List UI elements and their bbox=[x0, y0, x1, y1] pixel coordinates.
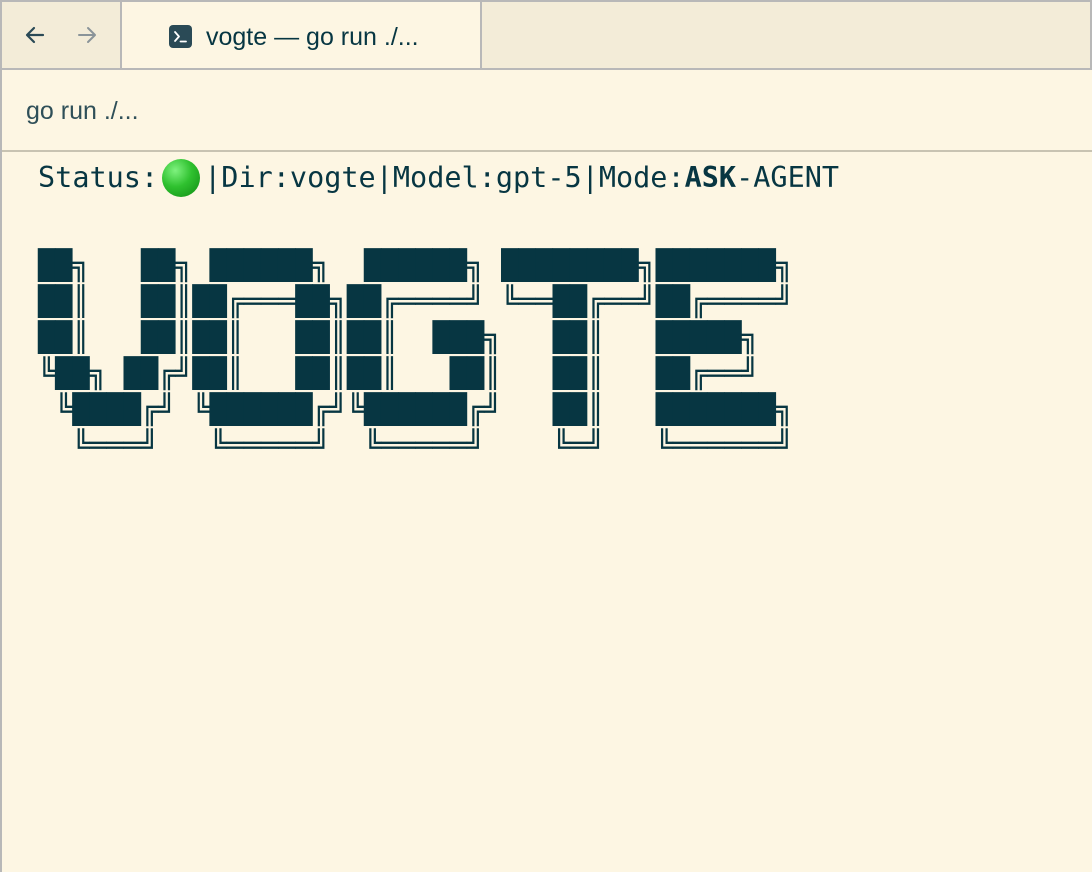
separator: | bbox=[581, 161, 599, 194]
model-label: Model: bbox=[392, 161, 496, 194]
command-subtitle: go run ./... bbox=[26, 97, 139, 125]
terminal-icon bbox=[169, 25, 192, 48]
logo-line: ╚═══╝ ╚═════╝ ╚═════╝ ╚═╝ ╚══════╝ bbox=[38, 429, 793, 462]
terminal-window: vogte — go run ./... go run ./... Status… bbox=[0, 0, 1092, 872]
separator: | bbox=[375, 161, 393, 194]
tab-terminal[interactable]: vogte — go run ./... bbox=[122, 2, 482, 70]
mode-dash: - bbox=[736, 161, 754, 194]
model-value: gpt-5 bbox=[495, 161, 582, 194]
mode-ask: ASK bbox=[684, 161, 737, 194]
tab-bar-divider bbox=[2, 68, 1092, 70]
tab-bar: vogte — go run ./... bbox=[2, 2, 1092, 70]
status-indicator-icon bbox=[162, 159, 201, 197]
back-button[interactable] bbox=[20, 20, 50, 50]
dir-label: Dir: bbox=[221, 161, 290, 194]
forward-button[interactable] bbox=[72, 20, 102, 50]
tab-title: vogte — go run ./... bbox=[206, 23, 419, 51]
logo-line: ██╗ ██╗ ██████╗ ██████╗ ████████╗███████… bbox=[38, 249, 793, 282]
navigation-area bbox=[2, 2, 122, 68]
ascii-logo: ██╗ ██╗ ██████╗ ██████╗ ████████╗███████… bbox=[38, 248, 793, 464]
arrow-left-icon bbox=[25, 26, 45, 44]
logo-line: ╚████╔╝ ╚██████╔╝╚██████╔╝ ██║ ███████╗ bbox=[38, 393, 793, 426]
separator: | bbox=[204, 161, 222, 194]
logo-line: ██║ ██║██╔═══██╗██╔════╝ ╚══██╔══╝██╔═══… bbox=[38, 285, 793, 318]
mode-label: Mode: bbox=[598, 161, 685, 194]
mode-agent: AGENT bbox=[753, 161, 840, 194]
logo-line: ██║ ██║██║ ██║██║ ███╗ ██║ █████╗ bbox=[38, 321, 793, 354]
subtitle-divider bbox=[2, 150, 1092, 152]
dir-value: vogte bbox=[289, 161, 376, 194]
logo-line: ╚██╗ ██╔╝██║ ██║██║ ██║ ██║ ██╔══╝ bbox=[38, 357, 793, 390]
status-line: Status: | Dir: vogte | Model: gpt-5 | Mo… bbox=[38, 158, 839, 198]
arrow-right-icon bbox=[78, 27, 96, 43]
terminal-output[interactable]: Status: | Dir: vogte | Model: gpt-5 | Mo… bbox=[38, 158, 839, 462]
status-label: Status: bbox=[38, 161, 159, 194]
